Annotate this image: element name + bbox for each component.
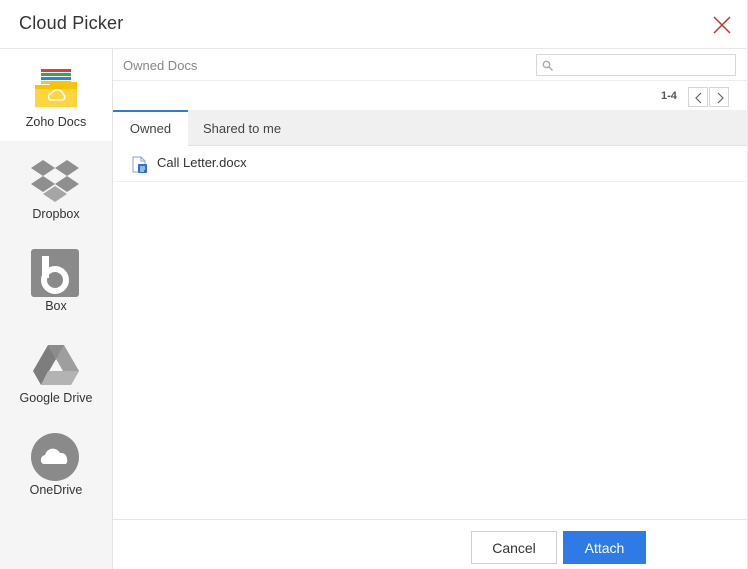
file-list: Call Letter.docx	[113, 146, 747, 182]
provider-label: Dropbox	[32, 207, 80, 221]
previous-page-button[interactable]	[688, 87, 708, 107]
search-box[interactable]	[536, 54, 736, 76]
dialog-title: Cloud Picker	[19, 13, 124, 33]
onedrive-icon	[31, 433, 79, 481]
provider-label: Google Drive	[19, 391, 93, 405]
breadcrumb: Owned Docs	[123, 58, 198, 73]
provider-zoho-docs[interactable]: Zoho Docs	[0, 49, 112, 141]
file-browser: Owned Docs 1-4 Owned Shared to me Call L…	[113, 49, 747, 569]
provider-label: Box	[45, 299, 67, 313]
provider-google-drive[interactable]: Google Drive	[0, 325, 112, 417]
dialog-footer: Cancel Attach	[113, 519, 747, 569]
docx-file-icon	[132, 156, 148, 173]
close-icon[interactable]	[711, 14, 733, 36]
page-range: 1-4	[661, 90, 677, 102]
provider-sidebar: Zoho Docs Dropbox Box Google Drive OneDr…	[0, 49, 113, 569]
chevron-left-icon	[695, 92, 702, 104]
next-page-button[interactable]	[709, 87, 729, 107]
breadcrumb-bar: Owned Docs	[113, 49, 747, 81]
attach-button[interactable]: Attach	[563, 531, 646, 564]
provider-onedrive[interactable]: OneDrive	[0, 417, 112, 509]
file-name: Call Letter.docx	[157, 155, 247, 170]
pager-bar: 1-4	[113, 81, 747, 110]
box-icon	[31, 249, 79, 297]
google-drive-icon	[32, 343, 80, 391]
provider-dropbox[interactable]: Dropbox	[0, 141, 112, 233]
list-item[interactable]: Call Letter.docx	[113, 146, 747, 182]
search-icon	[542, 59, 554, 72]
cancel-button[interactable]: Cancel	[471, 531, 557, 564]
provider-label: OneDrive	[29, 483, 83, 497]
chevron-right-icon	[717, 92, 724, 104]
provider-box[interactable]: Box	[0, 233, 112, 325]
tab-shared-to-me[interactable]: Shared to me	[203, 110, 281, 146]
search-input[interactable]	[557, 56, 732, 74]
cloud-picker-dialog: Cloud Picker Zoho Docs Dropbox Box Googl…	[0, 0, 748, 569]
provider-label: Zoho Docs	[25, 115, 87, 129]
dialog-header: Cloud Picker	[0, 0, 748, 49]
zoho-docs-folder-icon	[32, 67, 80, 115]
dropbox-icon	[30, 158, 79, 206]
tab-bar: Owned Shared to me	[113, 110, 747, 147]
tab-owned[interactable]: Owned	[113, 110, 188, 147]
